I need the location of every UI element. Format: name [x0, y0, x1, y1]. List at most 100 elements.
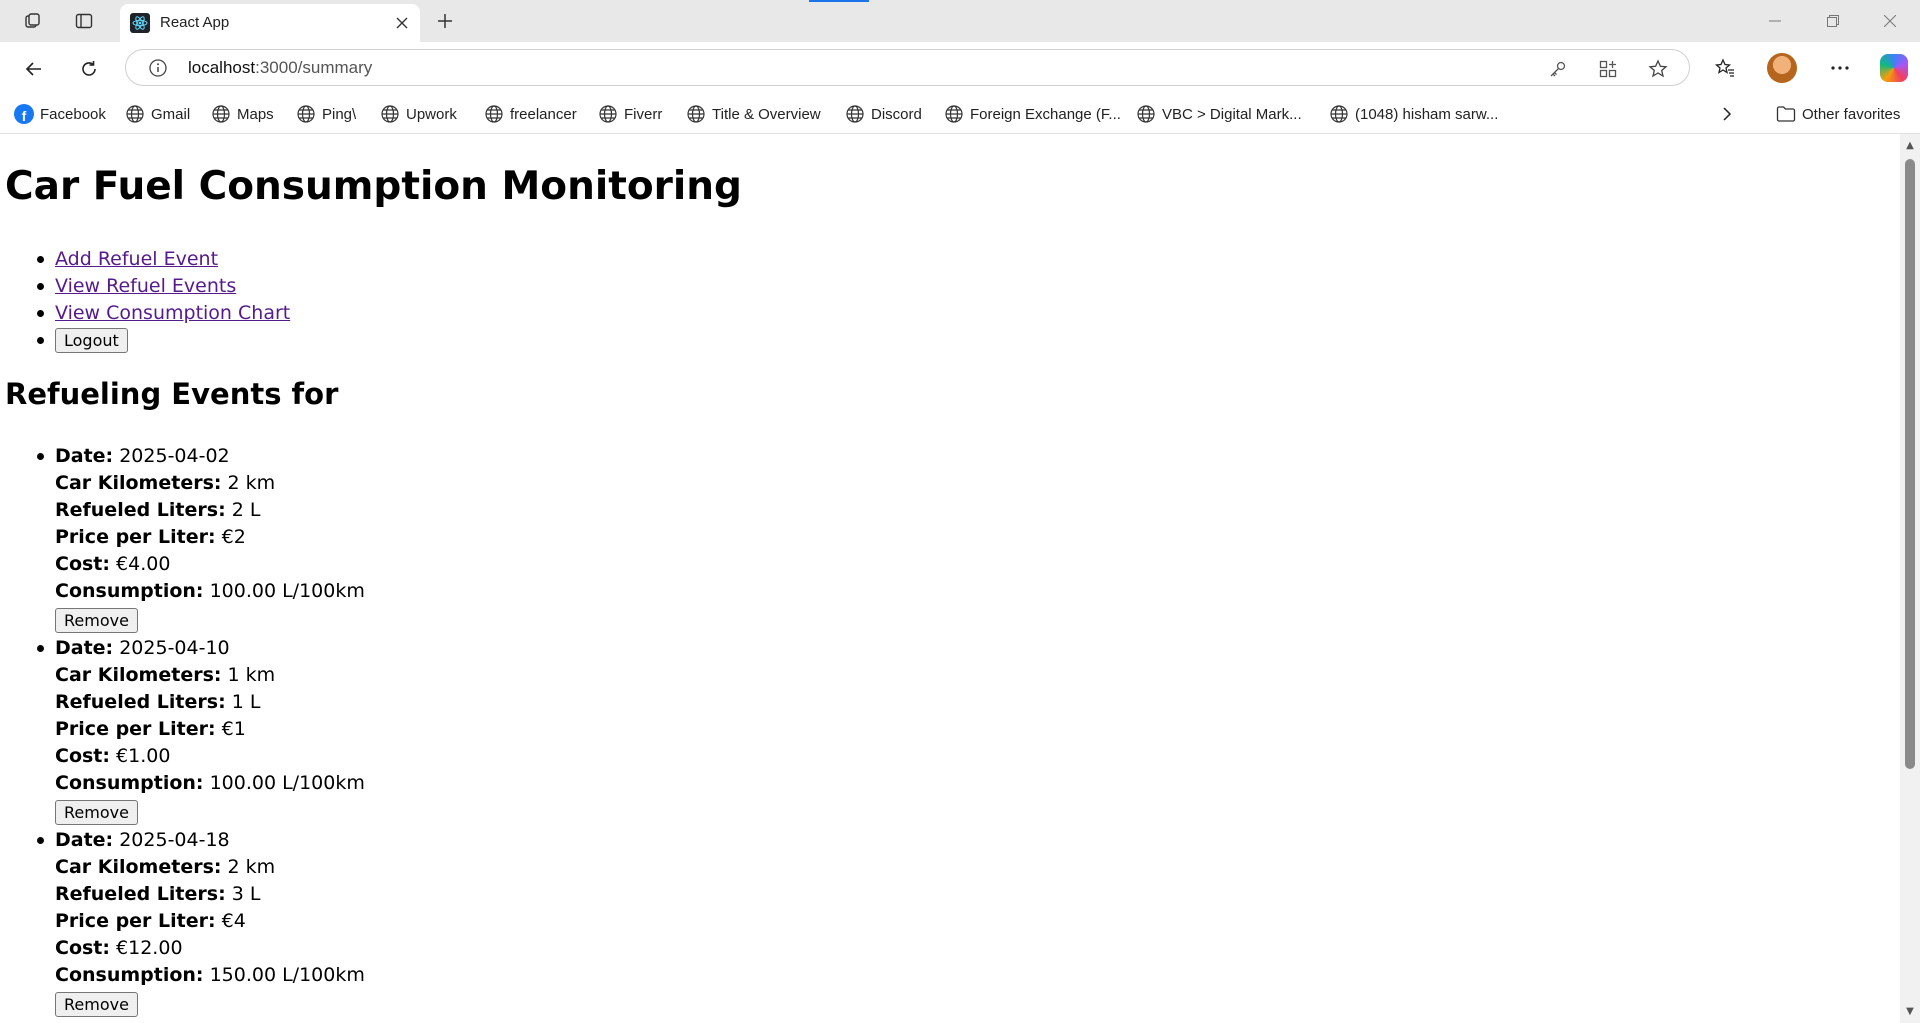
bookmark-label: Discord [871, 105, 922, 123]
new-tab-icon[interactable] [432, 9, 458, 33]
globe-icon [126, 105, 144, 123]
bookmark-label: freelancer [510, 105, 577, 123]
restore-icon[interactable] [1813, 8, 1853, 34]
scroll-up-icon[interactable]: ▲ [1904, 140, 1916, 152]
back-icon[interactable] [19, 54, 49, 84]
bookmark-label: Fiverr [624, 105, 663, 123]
price-row: Price per Liter: €1 [55, 716, 365, 743]
bookmark-ping[interactable]: Ping\ [296, 102, 356, 126]
liters-value: 1 L [231, 691, 261, 713]
bookmark-foreign-exchange[interactable]: Foreign Exchange (F... [944, 102, 1121, 126]
bookmark-label: Gmail [151, 105, 191, 123]
page-title: Car Fuel Consumption Monitoring [5, 164, 742, 209]
price-row: Price per Liter: €2 [55, 524, 365, 551]
address-bar[interactable]: localhost:3000/summary [125, 49, 1690, 86]
add-refuel-event-link[interactable]: Add Refuel Event [55, 248, 218, 270]
copilot-icon[interactable] [1880, 54, 1908, 82]
date-label: Date: [55, 637, 114, 659]
events-list: Date: 2025-04-02 Car Kilometers: 2 km Re… [37, 443, 365, 1019]
list-item: Date: 2025-04-18 Car Kilometers: 2 km Re… [37, 827, 365, 1019]
app-available-icon[interactable] [1596, 57, 1620, 81]
more-menu-icon[interactable] [1825, 53, 1855, 83]
cost-row: Cost: €1.00 [55, 743, 365, 770]
view-refuel-events-link[interactable]: View Refuel Events [55, 275, 236, 297]
globe-icon [687, 105, 705, 123]
logout-button[interactable]: Logout [55, 328, 128, 353]
scroll-down-icon[interactable]: ▼ [1904, 1006, 1916, 1018]
bookmarks-overflow-chevron-icon[interactable] [1720, 102, 1734, 126]
remove-button[interactable]: Remove [55, 992, 138, 1017]
cost-row: Cost: €4.00 [55, 551, 365, 578]
bookmark-youtube[interactable]: (1048) hisham sarw... [1329, 102, 1498, 126]
page-scrollbar[interactable]: ▲ ▼ [1900, 134, 1920, 1023]
price-label: Price per Liter: [55, 718, 216, 740]
bookmark-label: VBC > Digital Mark... [1162, 105, 1302, 123]
km-label: Car Kilometers: [55, 856, 222, 878]
cost-value: €1.00 [116, 745, 171, 767]
globe-icon [1330, 105, 1348, 123]
date-label: Date: [55, 829, 114, 851]
list-item: Date: 2025-04-10 Car Kilometers: 1 km Re… [37, 635, 365, 827]
active-tab[interactable]: React App [120, 4, 420, 42]
cost-row: Cost: €12.00 [55, 935, 365, 962]
bookmark-fiverr[interactable]: Fiverr [598, 102, 662, 126]
km-label: Car Kilometers: [55, 664, 222, 686]
km-row: Car Kilometers: 2 km [55, 854, 365, 881]
globe-icon [945, 105, 963, 123]
bookmark-label: (1048) hisham sarw... [1355, 105, 1499, 123]
cost-label: Cost: [55, 745, 110, 767]
other-favorites[interactable]: Other favorites [1776, 102, 1900, 126]
globe-icon [1137, 105, 1155, 123]
cost-label: Cost: [55, 553, 110, 575]
consumption-value: 100.00 L/100km [209, 580, 365, 602]
bookmark-title-overview[interactable]: Title & Overview [686, 102, 821, 126]
list-item: Date: 2025-04-02 Car Kilometers: 2 km Re… [37, 443, 365, 635]
price-label: Price per Liter: [55, 910, 216, 932]
consumption-label: Consumption: [55, 964, 204, 986]
scrollbar-thumb[interactable] [1905, 159, 1915, 769]
date-row: Date: 2025-04-02 [55, 443, 365, 470]
bookmark-gmail[interactable]: Gmail [125, 102, 190, 126]
close-tab-icon[interactable] [392, 13, 412, 33]
folder-icon [1776, 106, 1796, 122]
bookmark-label: Ping\ [322, 105, 357, 123]
facebook-icon: f [14, 104, 34, 124]
refresh-icon[interactable] [74, 54, 104, 84]
remove-button[interactable]: Remove [55, 608, 138, 633]
km-row: Car Kilometers: 2 km [55, 470, 365, 497]
view-consumption-chart-link[interactable]: View Consumption Chart [55, 302, 290, 324]
remove-button[interactable]: Remove [55, 800, 138, 825]
date-value: 2025-04-02 [119, 445, 230, 467]
minimize-icon[interactable] [1755, 8, 1795, 34]
close-window-icon[interactable] [1870, 8, 1910, 34]
price-value: €2 [221, 526, 246, 548]
liters-label: Refueled Liters: [55, 883, 226, 905]
favorite-star-icon[interactable] [1646, 57, 1670, 81]
bookmark-label: Maps [237, 105, 274, 123]
km-row: Car Kilometers: 1 km [55, 662, 365, 689]
globe-icon [297, 105, 315, 123]
km-value: 2 km [227, 856, 276, 878]
favorites-icon[interactable] [1710, 53, 1740, 83]
bookmark-vbc[interactable]: VBC > Digital Mark... [1136, 102, 1302, 126]
bookmark-discord[interactable]: Discord [845, 102, 922, 126]
main-nav: Add Refuel Event View Refuel Events View… [36, 246, 290, 354]
globe-icon [381, 105, 399, 123]
bookmark-upwork[interactable]: Upwork [380, 102, 457, 126]
liters-label: Refueled Liters: [55, 499, 226, 521]
bookmark-facebook[interactable]: f Facebook [14, 102, 106, 126]
section-title: Refueling Events for [5, 377, 339, 411]
bookmark-label: Upwork [406, 105, 457, 123]
key-icon[interactable] [1546, 57, 1570, 81]
info-icon[interactable] [148, 58, 168, 78]
bookmark-freelancer[interactable]: freelancer [484, 102, 577, 126]
workspaces-icon[interactable] [20, 9, 46, 33]
consumption-value: 150.00 L/100km [209, 964, 365, 986]
profile-avatar[interactable] [1767, 53, 1797, 83]
vertical-tabs-icon[interactable] [71, 9, 97, 33]
bookmarks-bar: f Facebook Gmail Maps Ping\ Upwork freel… [0, 94, 1920, 134]
url-text[interactable]: localhost:3000/summary [188, 58, 372, 78]
browser-toolbar: localhost:3000/summary [0, 42, 1920, 94]
bookmark-maps[interactable]: Maps [211, 102, 274, 126]
liters-value: 3 L [231, 883, 261, 905]
